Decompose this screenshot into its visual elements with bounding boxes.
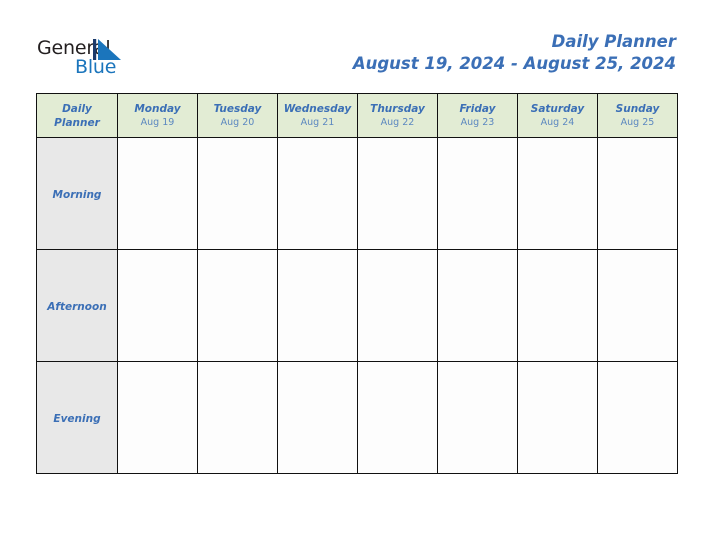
day-header-sunday: Sunday Aug 25 (597, 93, 678, 138)
slot-label-afternoon: Afternoon (36, 249, 118, 362)
cell-evening-sunday[interactable] (597, 361, 678, 474)
day-name-wednesday: Wednesday (283, 102, 352, 115)
planner-row-afternoon: Afternoon (36, 249, 678, 362)
day-header-monday: Monday Aug 19 (117, 93, 198, 138)
day-header-friday: Friday Aug 23 (437, 93, 518, 138)
slot-label-text-morning: Morning (52, 188, 102, 201)
day-date-tuesday: Aug 20 (220, 116, 255, 128)
cell-evening-saturday[interactable] (517, 361, 598, 474)
day-header-thursday: Thursday Aug 22 (357, 93, 438, 138)
title-block: Daily Planner August 19, 2024 - August 2… (353, 31, 676, 75)
day-header-saturday: Saturday Aug 24 (517, 93, 598, 138)
page-header: General Blue Daily Planner August 19, 20… (0, 0, 712, 93)
day-date-thursday: Aug 22 (380, 116, 415, 128)
daily-planner-table: Daily Planner Monday Aug 19 Tuesday Aug … (36, 93, 678, 474)
day-date-wednesday: Aug 21 (300, 116, 335, 128)
planner-header-row: Daily Planner Monday Aug 19 Tuesday Aug … (36, 93, 678, 138)
cell-morning-tuesday[interactable] (197, 137, 278, 250)
cell-morning-wednesday[interactable] (277, 137, 358, 250)
planner-table-wrap: Daily Planner Monday Aug 19 Tuesday Aug … (36, 93, 678, 474)
slot-label-text-afternoon: Afternoon (47, 300, 107, 313)
planner-body: Morning Afternoon Evening (36, 137, 678, 474)
day-date-friday: Aug 23 (460, 116, 495, 128)
cell-afternoon-thursday[interactable] (357, 249, 438, 362)
logo-text-blue: Blue (75, 56, 117, 78)
cell-afternoon-friday[interactable] (437, 249, 518, 362)
day-date-sunday: Aug 25 (620, 116, 655, 128)
planner-row-morning: Morning (36, 137, 678, 250)
cell-morning-monday[interactable] (117, 137, 198, 250)
cell-evening-tuesday[interactable] (197, 361, 278, 474)
cell-morning-friday[interactable] (437, 137, 518, 250)
cell-evening-friday[interactable] (437, 361, 518, 474)
cell-afternoon-sunday[interactable] (597, 249, 678, 362)
day-name-friday: Friday (459, 102, 496, 115)
day-header-tuesday: Tuesday Aug 20 (197, 93, 278, 138)
day-header-wednesday: Wednesday Aug 21 (277, 93, 358, 138)
planner-header-row-group: Daily Planner Monday Aug 19 Tuesday Aug … (36, 93, 678, 138)
corner-title-line1: Daily (62, 102, 92, 115)
day-date-saturday: Aug 24 (540, 116, 575, 128)
cell-morning-saturday[interactable] (517, 137, 598, 250)
planner-row-evening: Evening (36, 361, 678, 474)
day-name-sunday: Sunday (615, 102, 660, 115)
day-date-monday: Aug 19 (140, 116, 175, 128)
slot-label-morning: Morning (36, 137, 118, 250)
cell-evening-wednesday[interactable] (277, 361, 358, 474)
corner-title-line2: Planner (54, 116, 100, 129)
page-title: Daily Planner (551, 32, 676, 51)
cell-morning-sunday[interactable] (597, 137, 678, 250)
cell-evening-thursday[interactable] (357, 361, 438, 474)
cell-morning-thursday[interactable] (357, 137, 438, 250)
day-name-monday: Monday (134, 102, 181, 115)
day-name-tuesday: Tuesday (213, 102, 262, 115)
day-name-thursday: Thursday (370, 102, 425, 115)
cell-afternoon-monday[interactable] (117, 249, 198, 362)
cell-afternoon-wednesday[interactable] (277, 249, 358, 362)
slot-label-evening: Evening (36, 361, 118, 474)
slot-label-text-evening: Evening (53, 412, 101, 425)
cell-afternoon-tuesday[interactable] (197, 249, 278, 362)
day-name-saturday: Saturday (530, 102, 585, 115)
generalblue-logo[interactable]: General Blue (37, 38, 167, 84)
table-corner-header: Daily Planner (36, 93, 118, 138)
cell-evening-monday[interactable] (117, 361, 198, 474)
cell-afternoon-saturday[interactable] (517, 249, 598, 362)
page-date-range: August 19, 2024 - August 25, 2024 (352, 54, 676, 73)
